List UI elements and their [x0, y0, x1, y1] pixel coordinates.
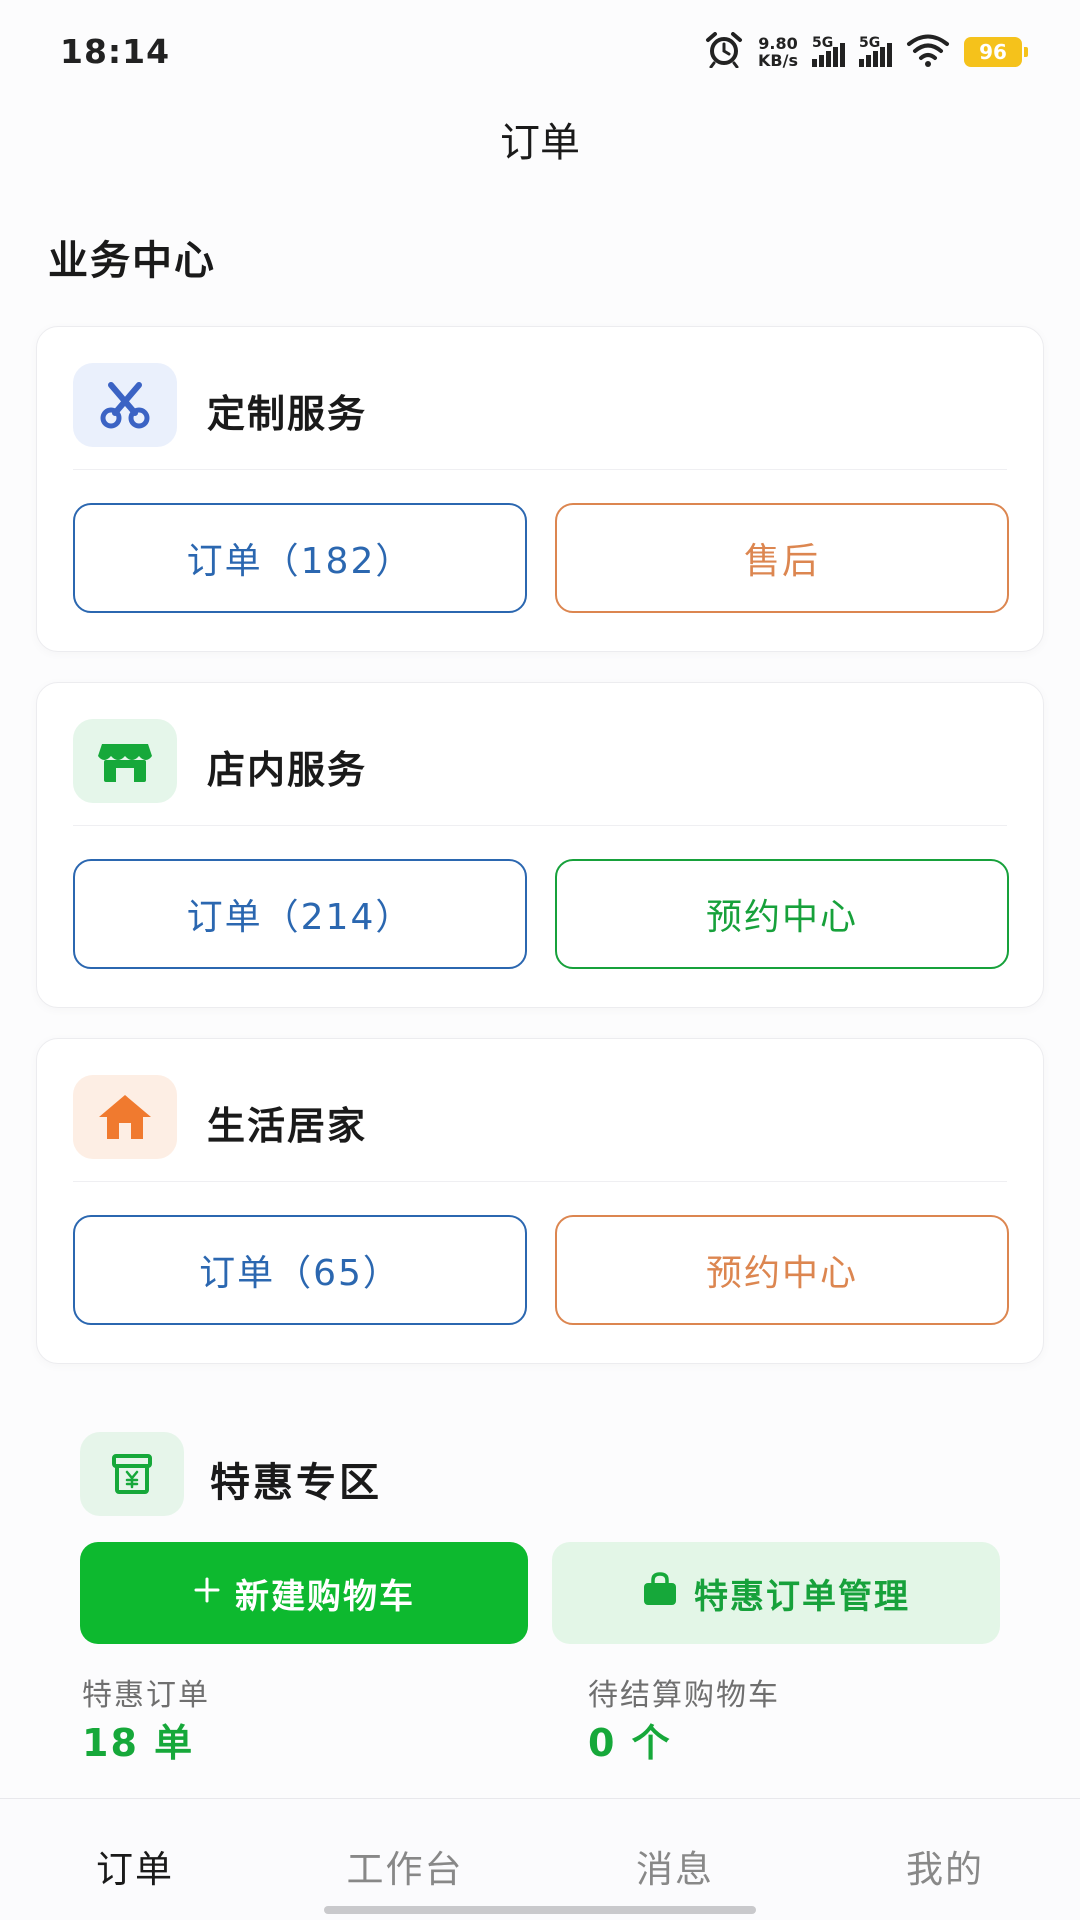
- wifi-icon: [906, 33, 950, 71]
- promo-orders-count: 18 单: [82, 1721, 195, 1765]
- promo-order-management-label: 特惠订单管理: [694, 1576, 910, 1617]
- network-speed-value: 9.80: [758, 34, 798, 53]
- tab-messages[interactable]: 消息: [540, 1839, 810, 1893]
- card-divider: [73, 1181, 1007, 1182]
- card-in-store-service: 店内服务 订单（214） 预约中心: [36, 682, 1044, 1008]
- network-speed: 9.80 KB/s: [758, 35, 798, 69]
- status-bar: 18:14 9.80 KB/s 5G 5G 96: [0, 0, 1080, 100]
- promo-orders-label: 特惠订单: [82, 1678, 210, 1713]
- home-living-booking-center-button[interactable]: 预约中心: [555, 1215, 1009, 1325]
- status-icons: 9.80 KB/s 5G 5G 96: [704, 30, 1028, 74]
- new-cart-label: 新建购物车: [235, 1576, 415, 1617]
- tab-mine[interactable]: 我的: [810, 1839, 1080, 1893]
- plus-icon: [193, 1573, 221, 1613]
- alarm-icon: [704, 32, 744, 72]
- card-title: 店内服务: [207, 748, 368, 792]
- signal-2-label: 5G: [859, 35, 881, 51]
- page-title: 订单: [500, 120, 580, 166]
- card-home-living: 生活居家 订单（65） 预约中心: [36, 1038, 1044, 1364]
- storefront-icon: [73, 719, 177, 803]
- bottom-tab-bar: 订单 工作台 消息 我的: [0, 1798, 1080, 1920]
- pending-carts-count: 0 个: [588, 1721, 672, 1765]
- scissors-icon: [73, 363, 177, 447]
- card-divider: [73, 469, 1007, 470]
- card-divider: [73, 825, 1007, 826]
- new-cart-button[interactable]: 新建购物车: [80, 1542, 528, 1644]
- card-custom-service: 定制服务 订单（182） 售后: [36, 326, 1044, 652]
- tab-orders[interactable]: 订单: [0, 1839, 270, 1893]
- network-speed-unit: KB/s: [758, 51, 798, 70]
- section-title-business-center: 业务中心: [48, 238, 216, 284]
- signal-icon-sim2: 5G: [859, 35, 892, 67]
- in-store-booking-center-button[interactable]: 预约中心: [555, 859, 1009, 969]
- battery-indicator: 96: [964, 37, 1028, 67]
- signal-icon-sim1: 5G: [812, 35, 845, 67]
- home-living-orders-button[interactable]: 订单（65）: [73, 1215, 527, 1325]
- yuan-box-icon: [80, 1432, 184, 1516]
- card-title: 生活居家: [207, 1104, 368, 1148]
- status-time: 18:14: [60, 32, 171, 71]
- house-icon: [73, 1075, 177, 1159]
- shopping-bag-icon: [642, 1571, 678, 1615]
- section-title-promo: 特惠专区: [210, 1460, 382, 1506]
- tab-workbench[interactable]: 工作台: [270, 1839, 540, 1893]
- signal-1-label: 5G: [812, 35, 834, 51]
- home-indicator[interactable]: [324, 1906, 756, 1914]
- in-store-orders-button[interactable]: 订单（214）: [73, 859, 527, 969]
- orders-screen: 18:14 9.80 KB/s 5G 5G 96 订单 业务中心 定制服务 订单…: [0, 0, 1080, 1920]
- promo-order-management-button[interactable]: 特惠订单管理: [552, 1542, 1000, 1644]
- card-title: 定制服务: [207, 392, 368, 436]
- custom-service-after-sales-button[interactable]: 售后: [555, 503, 1009, 613]
- pending-carts-label: 待结算购物车: [588, 1678, 780, 1713]
- custom-service-orders-button[interactable]: 订单（182）: [73, 503, 527, 613]
